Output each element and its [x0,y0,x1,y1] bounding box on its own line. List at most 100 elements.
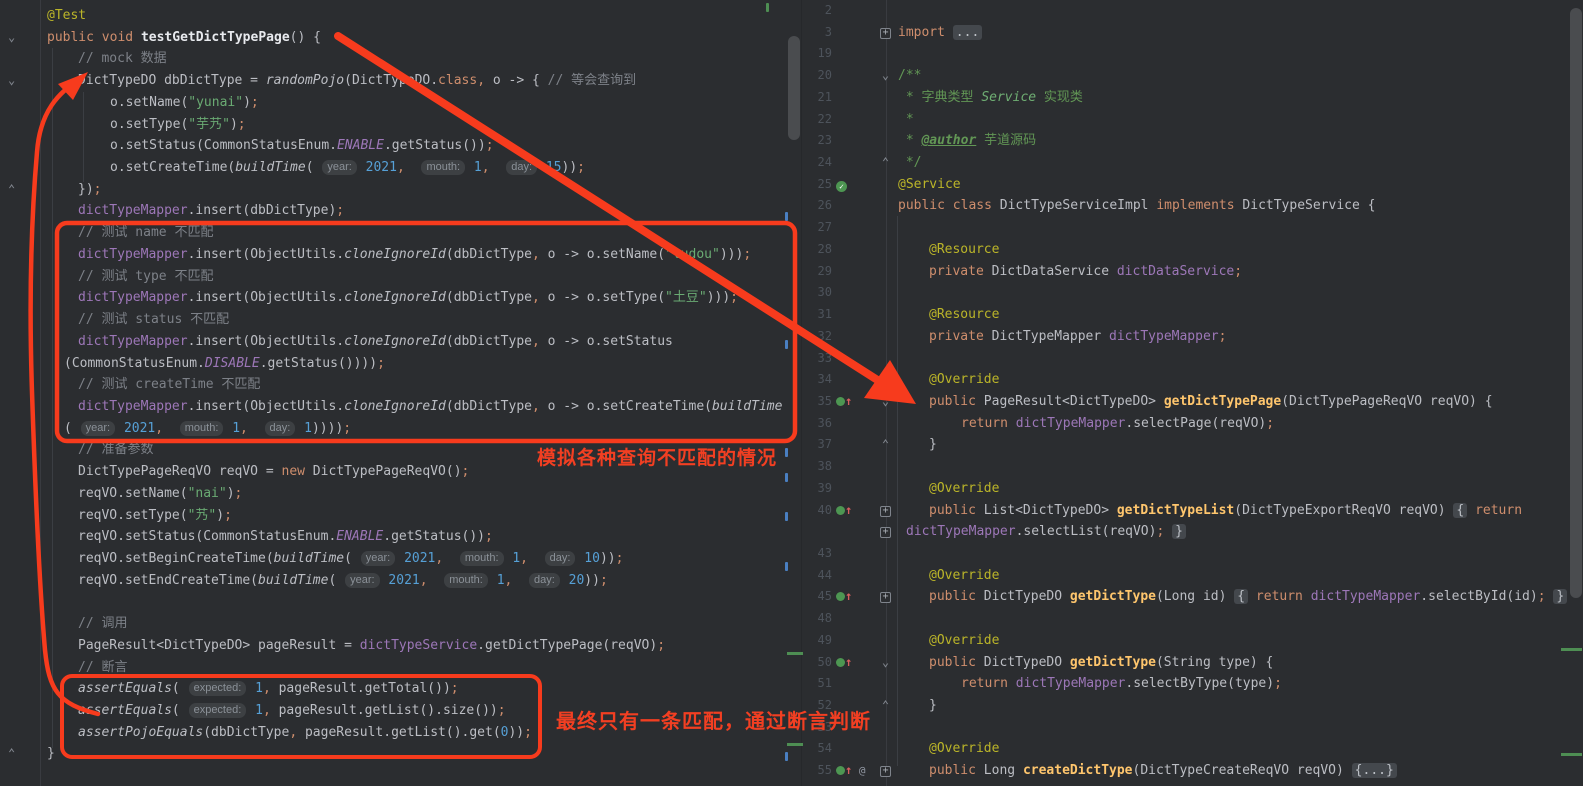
right-editor-pane[interactable]: 23+import ...1920⌄/**21 * 字典类型 Service 实… [800,0,1583,786]
code-line[interactable]: reqVO.setType("艿"); [0,505,800,527]
code-line[interactable]: 19 [800,43,1583,65]
code-line[interactable]: 43 [800,543,1583,565]
line-number[interactable]: 55 [800,760,832,782]
code-line[interactable]: 40↑+public List<DictTypeDO> getDictTypeL… [800,500,1583,522]
fold-icon[interactable]: ⌄ [879,652,892,674]
code-line[interactable]: dictTypeMapper.insert(ObjectUtils.cloneI… [0,396,800,418]
line-number[interactable]: 30 [800,282,832,304]
line-number[interactable]: 54 [800,738,832,760]
fold-icon[interactable]: ⌃ [879,695,892,717]
line-number[interactable]: 28 [800,239,832,261]
line-number[interactable]: 39 [800,478,832,500]
code-line[interactable]: dictTypeMapper.insert(dbDictType); [0,200,800,222]
code-line[interactable]: // 测试 createTime 不匹配 [0,374,800,396]
override-method-icon[interactable]: ↑ [836,394,852,409]
fold-icon[interactable]: ⌃ [879,152,892,174]
code-line[interactable]: reqVO.setBeginCreateTime(buildTime( year… [0,548,800,570]
code-line[interactable] [0,591,800,613]
code-line[interactable]: 26public class DictTypeServiceImpl imple… [800,195,1583,217]
line-number[interactable]: 3 [800,22,832,44]
code-line[interactable]: // 测试 type 不匹配 [0,266,800,288]
code-line[interactable]: 54@Override [800,738,1583,760]
code-line[interactable]: ⌄public void testGetDictTypePage() { [0,27,800,49]
line-number[interactable]: 24 [800,152,832,174]
code-line[interactable]: // mock 数据 [0,48,800,70]
code-line[interactable]: reqVO.setName("nai"); [0,483,800,505]
code-line[interactable]: reqVO.setEndCreateTime(buildTime( year: … [0,570,800,592]
line-number[interactable]: 40 [800,500,832,522]
code-line[interactable]: // 测试 status 不匹配 [0,309,800,331]
right-editor-scrollbar-thumb[interactable] [1570,8,1582,598]
code-line[interactable]: 49@Override [800,630,1583,652]
fold-icon[interactable]: + [879,521,892,543]
code-line[interactable]: 50↑⌄public DictTypeDO getDictType(String… [800,652,1583,674]
fold-icon[interactable]: + [879,586,892,608]
fold-icon[interactable]: + [879,500,892,522]
code-line[interactable]: 48 [800,608,1583,630]
code-line[interactable]: 23 * @author 芋道源码 [800,130,1583,152]
code-line[interactable]: ⌄DictTypeDO dbDictType = randomPojo(Dict… [0,70,800,92]
fold-icon[interactable]: ⌃ [8,179,15,201]
code-line[interactable]: 37⌃} [800,434,1583,456]
code-line[interactable]: ( year: 2021, mouth: 1, day: 1)))); [0,418,800,440]
line-number[interactable]: 51 [800,673,832,695]
code-line[interactable]: 36return dictTypeMapper.selectPage(reqVO… [800,413,1583,435]
code-line[interactable]: // 测试 name 不匹配 [0,222,800,244]
line-number[interactable]: 26 [800,195,832,217]
code-line[interactable]: ⌃} [0,743,800,765]
code-line[interactable]: 3+import ... [800,22,1583,44]
code-line[interactable]: (CommonStatusEnum.DISABLE.getStatus())))… [0,353,800,375]
line-number[interactable]: 36 [800,413,832,435]
line-number[interactable]: 43 [800,543,832,565]
code-line[interactable]: 22 * [800,109,1583,131]
line-number[interactable]: 48 [800,608,832,630]
code-line[interactable]: // 调用 [0,613,800,635]
fold-icon[interactable]: + [879,760,892,782]
line-number[interactable]: 19 [800,43,832,65]
override-method-icon[interactable]: ↑ [836,655,852,670]
code-line[interactable]: 29private DictDataService dictDataServic… [800,261,1583,283]
override-method-icon[interactable]: ↑ @ [836,763,865,778]
code-line[interactable]: 33 [800,348,1583,370]
code-line[interactable]: 27 [800,217,1583,239]
line-number[interactable]: 20 [800,65,832,87]
code-line[interactable]: 24⌃ */ [800,152,1583,174]
line-number[interactable]: 21 [800,87,832,109]
fold-icon[interactable]: ⌄ [879,391,892,413]
fold-icon[interactable]: + [879,22,892,44]
code-line[interactable]: 39@Override [800,478,1583,500]
line-number[interactable]: 50 [800,652,832,674]
line-number[interactable]: 37 [800,434,832,456]
line-number[interactable]: 33 [800,348,832,370]
line-number[interactable]: 34 [800,369,832,391]
left-editor-pane[interactable]: @Test⌄public void testGetDictTypePage() … [0,0,800,786]
code-line[interactable]: o.setCreateTime(buildTime( year: 2021, m… [0,157,800,179]
code-line[interactable]: 30 [800,282,1583,304]
code-line[interactable]: o.setName("yunai"); [0,92,800,114]
code-line[interactable]: dictTypeMapper.insert(ObjectUtils.cloneI… [0,287,800,309]
code-line[interactable]: o.setStatus(CommonStatusEnum.ENABLE.getS… [0,135,800,157]
spring-bean-icon[interactable]: ✓ [836,181,847,192]
code-line[interactable]: 2 [800,0,1583,22]
line-number[interactable]: 25 [800,174,832,196]
override-method-icon[interactable]: ↑ [836,503,852,518]
line-number[interactable]: 2 [800,0,832,22]
code-line[interactable]: ⌃}); [0,179,800,201]
code-line[interactable]: @Test [0,5,800,27]
code-line[interactable]: o.setType("芋艿"); [0,114,800,136]
code-line[interactable]: 32private DictTypeMapper dictTypeMapper; [800,326,1583,348]
code-line[interactable]: 45↑+public DictTypeDO getDictType(Long i… [800,586,1583,608]
line-number[interactable]: 27 [800,217,832,239]
line-number[interactable]: 44 [800,565,832,587]
code-line[interactable]: 34@Override [800,369,1583,391]
code-line[interactable]: dictTypeMapper.insert(ObjectUtils.cloneI… [0,244,800,266]
code-line[interactable]: 35↑⌄public PageResult<DictTypeDO> getDic… [800,391,1583,413]
line-number[interactable]: 31 [800,304,832,326]
code-line[interactable]: assertEquals( expected: 1, pageResult.ge… [0,678,800,700]
fold-icon[interactable]: ⌄ [8,70,15,92]
line-number[interactable]: 32 [800,326,832,348]
line-number[interactable]: 23 [800,130,832,152]
code-line[interactable]: 38 [800,456,1583,478]
override-method-icon[interactable]: ↑ [836,589,852,604]
code-line[interactable]: 21 * 字典类型 Service 实现类 [800,87,1583,109]
